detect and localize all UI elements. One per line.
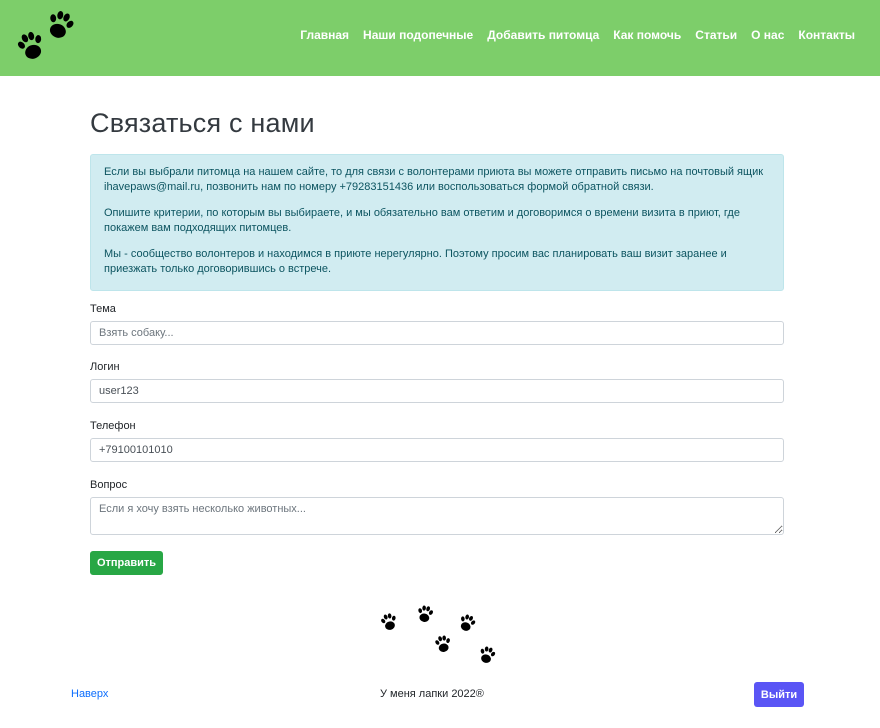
nav-about[interactable]: О нас [751, 28, 784, 42]
question-label: Вопрос [90, 479, 128, 491]
subject-label: Тема [90, 303, 116, 315]
nav-add-pet[interactable]: Добавить питомца [487, 28, 599, 42]
nav-home[interactable]: Главная [300, 28, 349, 42]
info-alert: Если вы выбрали питомца на нашем сайте, … [90, 154, 784, 291]
login-label: Логин [90, 361, 120, 373]
info-paragraph-2: Опишите критерии, по которым вы выбирает… [104, 207, 740, 234]
copyright-text: У меня лапки 2022® [380, 688, 484, 700]
nav-contacts[interactable]: Контакты [798, 28, 855, 42]
login-input[interactable] [90, 379, 784, 403]
question-textarea[interactable] [90, 497, 784, 535]
info-paragraph-1: Если вы выбрали питомца на нашем сайте, … [104, 166, 764, 193]
nav-articles[interactable]: Статьи [695, 28, 737, 42]
paw-trail-icon [379, 604, 498, 665]
main-nav: Главная Наши подопечные Добавить питомца… [300, 28, 855, 42]
nav-our-pets[interactable]: Наши подопечные [363, 28, 473, 42]
nav-how-to-help[interactable]: Как помочь [613, 28, 681, 42]
info-paragraph-3: Мы - сообщество волонтеров и находимся в… [104, 248, 727, 275]
logout-button[interactable]: Выйти [754, 682, 804, 707]
back-to-top-link[interactable]: Наверх [71, 688, 108, 700]
subject-input[interactable] [90, 321, 784, 345]
navbar: Главная Наши подопечные Добавить питомца… [0, 0, 880, 76]
paw-prints-icon[interactable] [14, 8, 80, 62]
phone-label: Телефон [90, 420, 136, 432]
phone-input[interactable] [90, 438, 784, 462]
submit-button[interactable]: Отправить [90, 551, 163, 575]
page-title: Связаться с нами [90, 108, 315, 138]
